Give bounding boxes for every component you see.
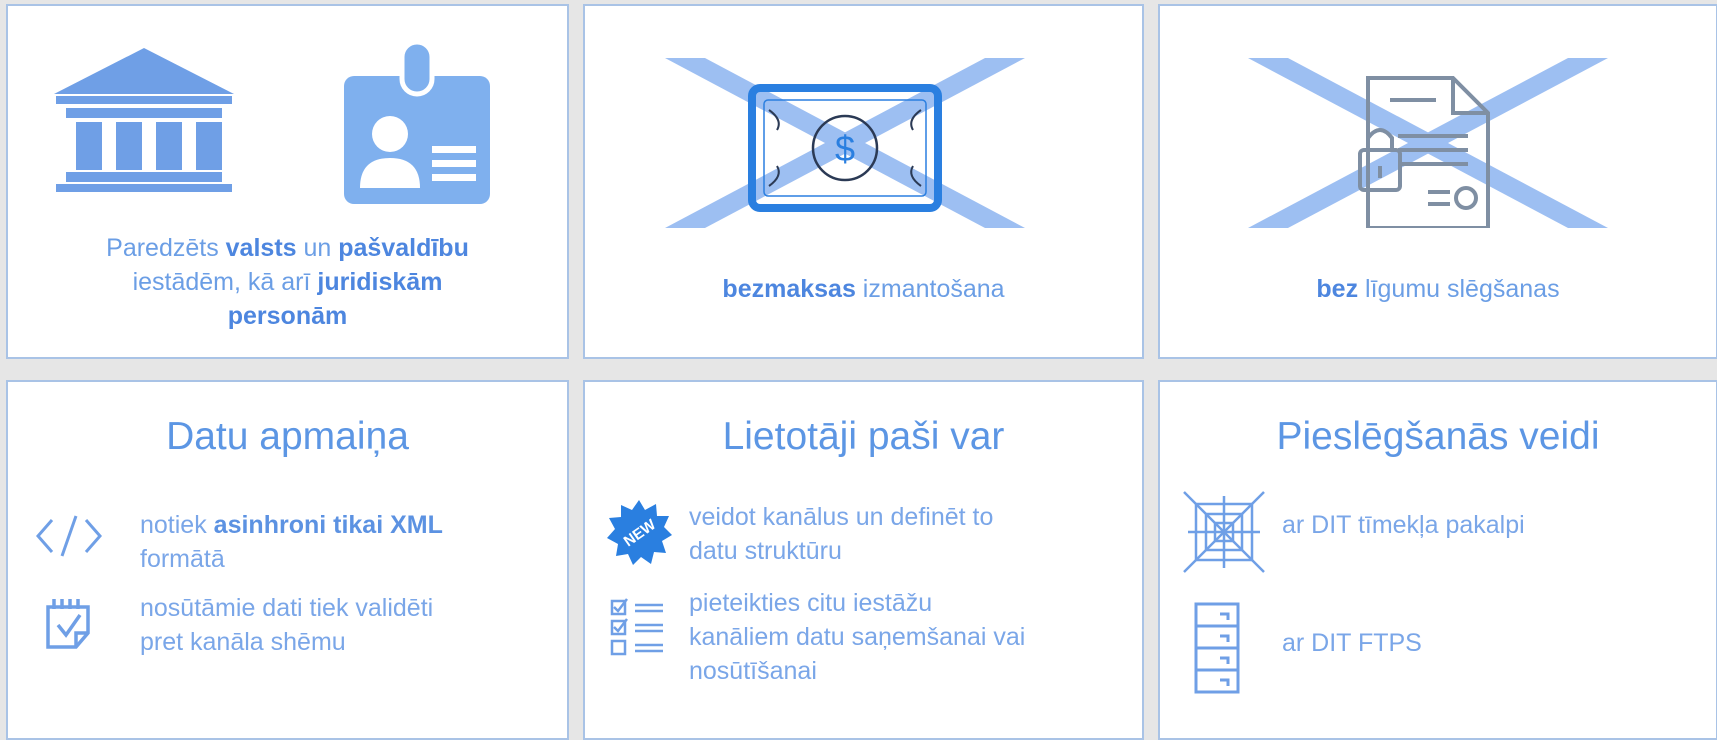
card-no-contracts: bez līgumu slēgšanas <box>1158 4 1717 359</box>
user-capabilities-title: Lietotāji paši var <box>722 415 1005 458</box>
government-building-icon <box>54 48 234 192</box>
ftps-item: ar DIT FTPS <box>1282 629 1422 657</box>
card-connection-types: Pieslēgšanās veidi ar DIT tīmekļa pakalp… <box>1158 380 1717 740</box>
web-icon <box>1183 491 1265 573</box>
money-bill-icon: $ <box>665 58 1025 228</box>
file-cabinet-icon <box>1194 602 1240 694</box>
free-usage-text: bezmaksas izmantošana <box>722 275 1005 303</box>
locked-document-icon <box>1248 58 1608 228</box>
card-audience: Paredzēts valsts un pašvaldību iestādēm,… <box>6 4 569 359</box>
card-free-usage: $ bezmaksas izmantošana <box>583 4 1144 359</box>
validation-item: nosūtāmie dati tiek validēti pret kanāla… <box>140 594 434 656</box>
audience-text: Paredzēts valsts un pašvaldību iestādēm,… <box>106 234 469 330</box>
create-channels-item: veidot kanālus un definēt to datu strukt… <box>689 503 994 565</box>
subscribe-channels-item: pieteikties citu iestāžu kanāliem datu s… <box>689 589 1026 685</box>
new-badge-icon: NEW <box>607 500 672 565</box>
checklist-icon <box>610 598 663 656</box>
data-exchange-title: Datu apmaiņa <box>166 415 409 458</box>
svg-text:$: $ <box>835 128 855 169</box>
xml-item: notiek asinhroni tikai XML formātā <box>140 511 443 573</box>
code-icon <box>36 515 102 557</box>
connection-types-title: Pieslēgšanās veidi <box>1276 415 1600 458</box>
id-badge-icon <box>344 42 490 204</box>
calendar-check-icon <box>46 599 90 649</box>
no-contracts-text: bez līgumu slēgšanas <box>1316 275 1560 303</box>
card-user-capabilities: Lietotāji paši var NEW veidot kanālus un… <box>583 380 1144 740</box>
card-data-exchange: Datu apmaiņa notiek asinhroni tikai XML … <box>6 380 569 740</box>
web-service-item: ar DIT tīmekļa pakalpi <box>1282 511 1525 539</box>
